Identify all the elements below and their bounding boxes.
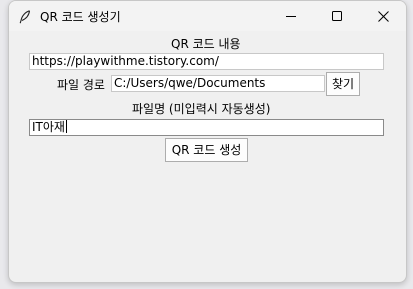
app-window: QR 코드 생성기 QR 코드 내용 https://playwithme.ti… [8, 0, 407, 283]
minimize-button[interactable] [268, 1, 314, 31]
close-icon [377, 10, 389, 22]
generate-qr-button[interactable]: QR 코드 생성 [165, 138, 248, 162]
feather-icon [19, 9, 31, 24]
filename-value: IT아재 [32, 120, 65, 134]
path-input[interactable]: C:/Users/qwe/Documents [111, 75, 325, 92]
text-caret [65, 120, 67, 133]
maximize-icon [332, 11, 342, 21]
window-title: QR 코드 생성기 [40, 10, 121, 24]
maximize-button[interactable] [314, 1, 360, 31]
content-label: QR 코드 내용 [171, 37, 241, 51]
browse-button[interactable]: 찾기 [326, 72, 360, 96]
close-button[interactable] [360, 1, 406, 31]
minimize-icon [286, 11, 296, 21]
title-bar[interactable]: QR 코드 생성기 [9, 1, 406, 31]
filename-label: 파일명 (미입력시 자동생성) [132, 102, 271, 116]
content-input[interactable]: https://playwithme.tistory.com/ [29, 53, 384, 70]
filename-input[interactable]: IT아재 [29, 119, 384, 136]
path-label: 파일 경로 [57, 78, 105, 92]
